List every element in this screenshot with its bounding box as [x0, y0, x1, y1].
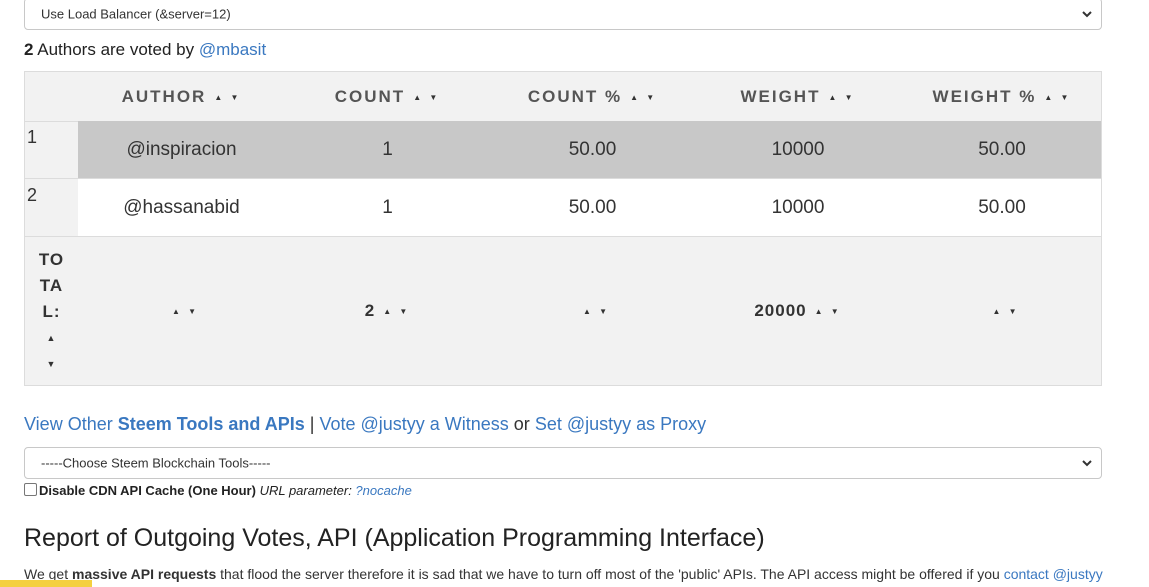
separator: | [304, 414, 320, 434]
sort-up-icon[interactable]: ▲ [25, 325, 78, 351]
weight-pct-cell: 50.00 [978, 139, 1026, 160]
table-header: AUTHOR ▲ ▼ COUNT ▲ ▼ COUNT % ▲ ▼ WEIGHT ▲ ▼ … [25, 72, 1101, 122]
author-link[interactable]: @inspiracion [78, 121, 285, 178]
header-weight-label: WEIGHT [740, 87, 821, 106]
header-author-label: AUTHOR [121, 87, 207, 106]
votes-table: AUTHOR ▲ ▼ COUNT ▲ ▼ COUNT % ▲ ▼ WEIGHT ▲ ▼ … [24, 71, 1102, 386]
load-balancer-select-value: Use Load Balancer (&server=12) [41, 6, 231, 22]
view-other-tools-link[interactable]: View Other Steem Tools and APIs [24, 414, 305, 434]
load-balancer-select[interactable]: Use Load Balancer (&server=12) [24, 0, 1102, 30]
authors-summary-text: Authors are voted by [33, 40, 199, 59]
total-weight: 20000 ▲ ▼ [695, 299, 901, 323]
view-other-text: View Other [24, 414, 118, 434]
report-text-post: that flood the server therefore it is sa… [216, 566, 1004, 582]
contact-link[interactable]: contact @justyy [1004, 566, 1103, 582]
or-text: or [508, 414, 535, 434]
steem-tools-text: Steem Tools and APIs [117, 414, 305, 434]
header-count-pct-label: COUNT % [527, 87, 623, 106]
count-pct-cell: 50.00 [568, 197, 617, 218]
cdn-option: Disable CDN API Cache (One Hour) URL par… [24, 483, 412, 498]
sort-icon[interactable]: ▲ ▼ [815, 300, 842, 324]
sort-icon[interactable]: ▲ ▼ [630, 73, 657, 122]
total-label-line: L: [42, 302, 61, 321]
header-count-pct[interactable]: COUNT % ▲ ▼ [490, 72, 695, 121]
header-author[interactable]: AUTHOR ▲ ▼ [78, 72, 285, 121]
tools-links: View Other Steem Tools and APIs | Vote @… [24, 414, 706, 435]
weight-cell: 10000 [771, 197, 825, 218]
nocache-link[interactable]: ?nocache [355, 483, 411, 498]
set-proxy-link[interactable]: Set @justyy as Proxy [535, 414, 706, 434]
sort-down-icon[interactable]: ▼ [25, 351, 78, 377]
row-index: 1 [27, 127, 38, 147]
row-index: 2 [27, 185, 38, 205]
table-row: 2 @hassanabid 1 50.00 10000 50.00 [25, 179, 1101, 237]
total-author: ▲ ▼ [78, 299, 285, 323]
steem-tools-select-value: -----Choose Steem Blockchain Tools----- [41, 455, 271, 471]
sort-icon[interactable]: ▲ ▼ [992, 300, 1019, 324]
count-pct-cell: 50.00 [568, 139, 617, 160]
table-row: 1 @inspiracion 1 50.00 10000 50.00 [25, 121, 1101, 179]
chevron-down-icon [1082, 11, 1092, 18]
report-title: Report of Outgoing Votes, API (Applicati… [24, 524, 765, 552]
chevron-down-icon [1082, 460, 1092, 467]
yellow-badge [0, 580, 92, 587]
total-count-value: 2 [364, 301, 376, 320]
weight-cell: 10000 [771, 139, 825, 160]
author-link[interactable]: @hassanabid [78, 179, 285, 236]
sort-icon[interactable]: ▲ ▼ [1044, 73, 1071, 122]
weight-pct-cell: 50.00 [978, 197, 1026, 218]
sort-icon[interactable]: ▲ ▼ [172, 300, 199, 324]
total-count-pct: ▲ ▼ [490, 299, 695, 323]
count-cell: 1 [382, 139, 393, 160]
header-weight-pct[interactable]: WEIGHT % ▲ ▼ [901, 72, 1103, 121]
total-row: TO TA L: ▲ ▼ ▲ ▼ 2 ▲ ▼ ▲ ▼ 20000 ▲ ▼ ▲ ▼ [25, 237, 1101, 385]
authors-summary: 2 Authors are voted by @mbasit [24, 40, 266, 60]
sort-icon[interactable]: ▲ ▼ [383, 300, 410, 324]
report-text-bold: massive API requests [72, 566, 217, 582]
steem-tools-select[interactable]: -----Choose Steem Blockchain Tools----- [24, 447, 1102, 479]
voter-link[interactable]: @mbasit [199, 40, 266, 59]
header-weight-pct-label: WEIGHT % [932, 87, 1037, 106]
total-label[interactable]: TO TA L: ▲ ▼ [25, 247, 78, 377]
sort-icon[interactable]: ▲ ▼ [413, 73, 440, 122]
vote-witness-link[interactable]: Vote @justyy a Witness [319, 414, 508, 434]
report-description: We get massive API requests that flood t… [24, 566, 1103, 582]
header-count-label: COUNT [334, 87, 406, 106]
disable-cdn-checkbox[interactable] [24, 483, 37, 496]
url-parameter-label: URL parameter: [255, 483, 356, 498]
count-cell: 1 [382, 197, 393, 218]
sort-icon[interactable]: ▲ ▼ [583, 300, 610, 324]
total-count: 2 ▲ ▼ [285, 299, 490, 323]
header-weight[interactable]: WEIGHT ▲ ▼ [695, 72, 901, 121]
sort-icon[interactable]: ▲ ▼ [214, 73, 241, 122]
total-weight-value: 20000 [754, 301, 807, 320]
total-weight-pct: ▲ ▼ [901, 299, 1103, 323]
total-label-line: TO [38, 250, 65, 269]
total-label-line: TA [39, 276, 64, 295]
disable-cdn-label: Disable CDN API Cache (One Hour) [39, 483, 256, 498]
header-count[interactable]: COUNT ▲ ▼ [285, 72, 490, 121]
sort-icon[interactable]: ▲ ▼ [828, 73, 855, 122]
